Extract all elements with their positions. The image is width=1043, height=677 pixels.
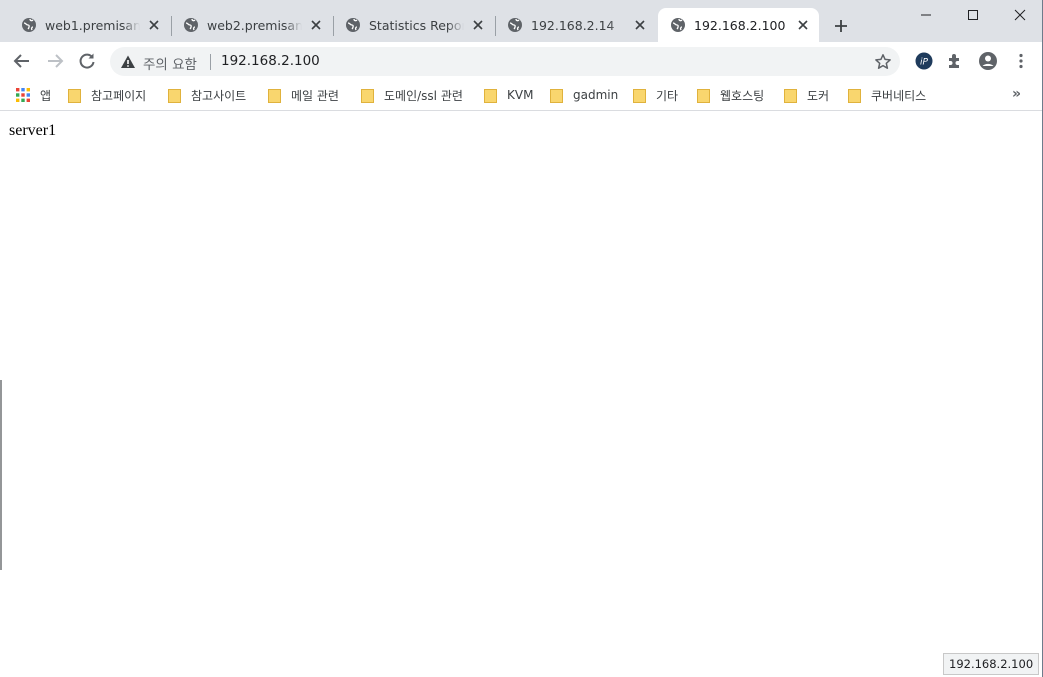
folder-icon	[784, 88, 797, 103]
bookmark-label: 메일 관련	[291, 88, 339, 103]
maximize-button[interactable]	[950, 0, 996, 30]
bookmark-label: 도커	[807, 88, 830, 103]
star-icon[interactable]	[874, 53, 892, 71]
close-icon[interactable]	[470, 17, 486, 33]
tab-title: web1.premisan.sh	[45, 17, 140, 33]
bookmark-folder[interactable]: 참고페이지	[68, 85, 146, 105]
reload-icon[interactable]	[77, 51, 97, 71]
maximize-icon	[968, 10, 978, 20]
globe-icon	[346, 18, 360, 32]
globe-icon	[508, 18, 522, 32]
address-bar[interactable]: 주의 요함 192.168.2.100	[110, 47, 900, 76]
folder-icon	[550, 88, 563, 103]
bookmark-label: 쿠버네티스	[871, 88, 927, 103]
bookmark-folder[interactable]: gadmin	[550, 85, 618, 105]
bookmark-label: KVM	[507, 88, 534, 102]
extensions-puzzle-icon[interactable]	[946, 51, 966, 71]
bookmark-label: 앱	[40, 88, 52, 103]
bookmark-apps[interactable]: 앱	[16, 85, 51, 105]
forward-arrow-icon[interactable]	[45, 51, 65, 71]
bookmark-label: 참고사이트	[191, 88, 247, 103]
window-edge-shadow	[0, 380, 2, 570]
folder-icon	[633, 88, 646, 103]
bookmark-folder[interactable]: 도커	[784, 85, 829, 105]
new-tab-icon[interactable]	[832, 17, 850, 35]
tab-title: 192.168.2.100	[694, 17, 786, 33]
close-icon[interactable]	[146, 17, 162, 33]
folder-icon	[268, 88, 281, 103]
window-close-button[interactable]	[997, 0, 1043, 30]
bookmark-label: 웹호스팅	[720, 88, 765, 103]
globe-icon	[184, 18, 198, 32]
bookmark-folder[interactable]: 쿠버네티스	[848, 85, 926, 105]
back-arrow-icon[interactable]	[12, 51, 32, 71]
minimize-button[interactable]	[903, 0, 949, 30]
apps-grid-icon	[16, 88, 30, 102]
close-icon[interactable]	[795, 17, 811, 33]
bookmarks-bar: 앱 참고페이지 참고사이트 메일 관련 도메인/ssl 관련 KVM gadmi…	[0, 80, 1043, 111]
tab-192-168-2-100[interactable]: 192.168.2.100	[658, 8, 819, 42]
page-content: server1 192.168.2.100	[0, 111, 1043, 677]
folder-icon	[484, 88, 497, 103]
tab-title: 192.168.2.14	[531, 17, 615, 33]
page-body-text: server1	[9, 122, 57, 139]
folder-icon	[697, 88, 710, 103]
close-icon	[1014, 9, 1026, 21]
tab-title: web2.premisan.sh	[207, 17, 302, 33]
bookmark-label: 도메인/ssl 관련	[384, 88, 463, 103]
security-state-label[interactable]: 주의 요함	[143, 53, 197, 73]
folder-icon	[848, 88, 861, 103]
tab-192-168-2-14[interactable]: 192.168.2.14	[486, 8, 656, 42]
bookmark-folder[interactable]: 메일 관련	[268, 85, 339, 105]
toolbar: 주의 요함 192.168.2.100 iP	[0, 42, 1043, 80]
omnibox-divider	[210, 54, 211, 70]
folder-icon	[68, 88, 81, 103]
close-icon[interactable]	[308, 17, 324, 33]
tab-strip: web1.premisan.sh web2.premisan.sh Statis…	[0, 0, 1043, 42]
more-menu-icon[interactable]	[1011, 51, 1031, 71]
tab-title: Statistics Report f	[369, 17, 464, 33]
bookmarks-overflow-button[interactable]: »	[1012, 86, 1021, 102]
tab-statistics-report[interactable]: Statistics Report f	[324, 8, 494, 42]
globe-icon	[671, 18, 685, 32]
folder-icon	[361, 88, 374, 103]
bookmark-label: 참고페이지	[91, 88, 147, 103]
status-bubble: 192.168.2.100	[943, 653, 1040, 675]
warning-icon[interactable]	[120, 54, 136, 70]
ip-extension-icon[interactable]: iP	[914, 51, 934, 71]
bookmark-folder[interactable]: 도메인/ssl 관련	[361, 85, 463, 105]
bookmark-label: gadmin	[573, 88, 619, 102]
url-text[interactable]: 192.168.2.100	[221, 53, 320, 69]
bookmark-folder[interactable]: KVM	[484, 85, 533, 105]
folder-icon	[168, 88, 181, 103]
tab-web2[interactable]: web2.premisan.sh	[162, 8, 332, 42]
svg-text:iP: iP	[920, 58, 929, 68]
tab-web1[interactable]: web1.premisan.sh	[0, 8, 170, 42]
bookmark-folder[interactable]: 참고사이트	[168, 85, 246, 105]
bookmark-label: 기타	[656, 88, 679, 103]
profile-avatar-icon[interactable]	[978, 51, 998, 71]
minimize-icon	[921, 14, 931, 16]
bookmark-folder[interactable]: 기타	[633, 85, 678, 105]
bookmark-folder[interactable]: 웹호스팅	[697, 85, 764, 105]
close-icon[interactable]	[632, 17, 648, 33]
globe-icon	[22, 18, 36, 32]
